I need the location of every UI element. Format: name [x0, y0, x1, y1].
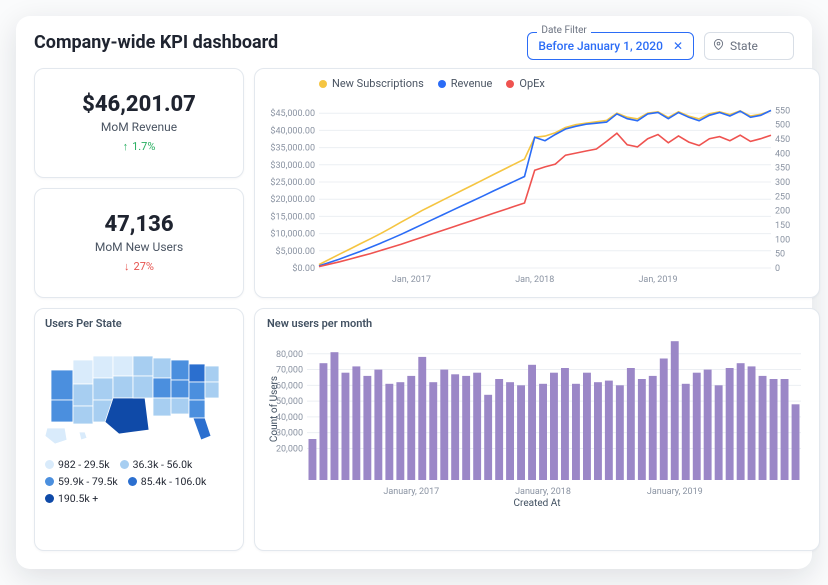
kpi-revenue-delta-text: 1.7%	[132, 140, 155, 153]
map-legend-item[interactable]: 85.4k - 106.0k	[128, 475, 207, 488]
svg-text:$35,000.00: $35,000.00	[270, 143, 315, 154]
dashboard-grid: $46,201.07 MoM Revenue ↑ 1.7% 47,136 MoM…	[34, 68, 794, 551]
filter-bar: Date Filter Before January 1, 2020 ✕ Sta…	[527, 32, 794, 60]
date-filter[interactable]: Before January 1, 2020 ✕	[527, 32, 694, 60]
users-per-state-title: Users Per State	[45, 317, 233, 330]
svg-text:450: 450	[775, 135, 790, 145]
legend-revenue[interactable]: Revenue	[438, 77, 493, 90]
date-filter-label: Date Filter	[537, 25, 590, 36]
svg-text:0: 0	[775, 264, 780, 274]
kpi-revenue-card: $46,201.07 MoM Revenue ↑ 1.7%	[34, 68, 244, 178]
kpi-new-users-value: 47,136	[104, 213, 173, 237]
svg-text:500: 500	[775, 121, 790, 131]
us-map[interactable]	[45, 336, 235, 446]
arrow-up-icon: ↑	[123, 140, 129, 153]
svg-text:550: 550	[775, 106, 790, 116]
line-chart-card: New Subscriptions Revenue OpEx $0.00 $5,0…	[254, 68, 820, 298]
svg-text:Created At: Created At	[514, 498, 561, 508]
state-filter-placeholder: State	[730, 39, 758, 53]
map-legend-label: 85.4k - 106.0k	[141, 475, 207, 488]
kpi-revenue-value: $46,201.07	[82, 93, 196, 117]
map-legend-label: 982 - 29.5k	[58, 458, 110, 471]
svg-text:150: 150	[775, 221, 790, 231]
svg-text:$20,000.00: $20,000.00	[270, 194, 315, 205]
map-legend-item[interactable]: 190.5k +	[45, 492, 98, 505]
svg-text:350: 350	[775, 164, 790, 174]
legend-swatch-icon	[45, 494, 54, 503]
map-legend-item[interactable]: 982 - 29.5k	[45, 458, 110, 471]
date-filter-value: Before January 1, 2020	[538, 39, 663, 53]
svg-text:Jan, 2017: Jan, 2017	[392, 275, 431, 285]
map-legend-item[interactable]: 59.9k - 79.5k	[45, 475, 118, 488]
svg-text:$40,000.00: $40,000.00	[270, 125, 315, 136]
date-filter-clear-icon[interactable]: ✕	[673, 39, 683, 53]
line-chart-legend: New Subscriptions Revenue OpEx	[261, 77, 807, 90]
state-filter[interactable]: State	[704, 32, 794, 60]
map-legend-label: 36.3k - 56.0k	[133, 458, 193, 471]
dashboard-page: Company-wide KPI dashboard Date Filter B…	[16, 16, 812, 569]
kpi-new-users-label: MoM New Users	[95, 240, 183, 254]
svg-text:$30,000.00: $30,000.00	[270, 160, 315, 171]
svg-text:$45,000.00: $45,000.00	[270, 108, 315, 119]
svg-text:250: 250	[775, 192, 790, 202]
svg-text:80,000: 80,000	[276, 350, 303, 360]
svg-text:January, 2019: January, 2019	[647, 487, 703, 497]
svg-text:70,000: 70,000	[276, 366, 303, 376]
map-legend: 982 - 29.5k 36.3k - 56.0k 59.9k - 79.5k 85.…	[45, 458, 233, 505]
map-legend-item[interactable]: 36.3k - 56.0k	[120, 458, 193, 471]
legend-dot-icon	[438, 80, 446, 88]
svg-text:300: 300	[775, 178, 790, 188]
users-per-state-card: Users Per State	[34, 308, 244, 551]
svg-text:$25,000.00: $25,000.00	[270, 177, 315, 188]
legend-opex[interactable]: OpEx	[506, 77, 544, 90]
legend-dot-icon	[506, 80, 514, 88]
bar-chart-title: New users per month	[267, 317, 807, 330]
legend-dot-icon	[319, 80, 327, 88]
svg-text:100: 100	[775, 235, 790, 245]
svg-text:$5,000.00: $5,000.00	[275, 246, 315, 257]
bar-chart[interactable]: 20,00030,00040,00050,00060,00070,00080,0…	[267, 336, 807, 508]
svg-text:$10,000.00: $10,000.00	[270, 229, 315, 240]
legend-swatch-icon	[45, 460, 54, 469]
bar-chart-card: New users per month 20,00030,00040,00050…	[254, 308, 820, 551]
kpi-new-users-delta-text: 27%	[134, 260, 154, 273]
kpi-new-users-delta: ↓ 27%	[124, 260, 154, 273]
legend-swatch-icon	[128, 477, 137, 486]
kpi-revenue-delta: ↑ 1.7%	[123, 140, 156, 153]
kpi-revenue-label: MoM Revenue	[101, 120, 177, 134]
page-title: Company-wide KPI dashboard	[34, 32, 278, 53]
map-legend-label: 59.9k - 79.5k	[58, 475, 118, 488]
svg-text:January, 2017: January, 2017	[383, 487, 439, 497]
map-pin-icon	[713, 39, 724, 53]
svg-text:January, 2018: January, 2018	[515, 487, 571, 497]
svg-text:Jan, 2018: Jan, 2018	[515, 275, 554, 285]
legend-new-subscriptions[interactable]: New Subscriptions	[319, 77, 424, 90]
svg-text:Count of Users: Count of Users	[268, 376, 280, 442]
svg-text:400: 400	[775, 149, 790, 159]
header: Company-wide KPI dashboard Date Filter B…	[34, 32, 794, 60]
kpi-new-users-card: 47,136 MoM New Users ↓ 27%	[34, 188, 244, 298]
svg-text:$15,000.00: $15,000.00	[270, 211, 315, 222]
svg-text:50: 50	[775, 250, 785, 260]
svg-text:20,000: 20,000	[276, 444, 303, 454]
map-legend-label: 190.5k +	[58, 492, 98, 505]
legend-swatch-icon	[120, 460, 129, 469]
legend-swatch-icon	[45, 477, 54, 486]
svg-text:200: 200	[775, 207, 790, 217]
svg-text:Jan, 2019: Jan, 2019	[638, 275, 677, 285]
date-filter-box: Date Filter Before January 1, 2020 ✕	[527, 32, 694, 60]
arrow-down-icon: ↓	[124, 260, 130, 273]
svg-text:$0.00: $0.00	[292, 263, 315, 274]
line-chart[interactable]: $0.00 $5,000.00 $10,000.00 $15,000.00 $20,00…	[261, 92, 801, 288]
